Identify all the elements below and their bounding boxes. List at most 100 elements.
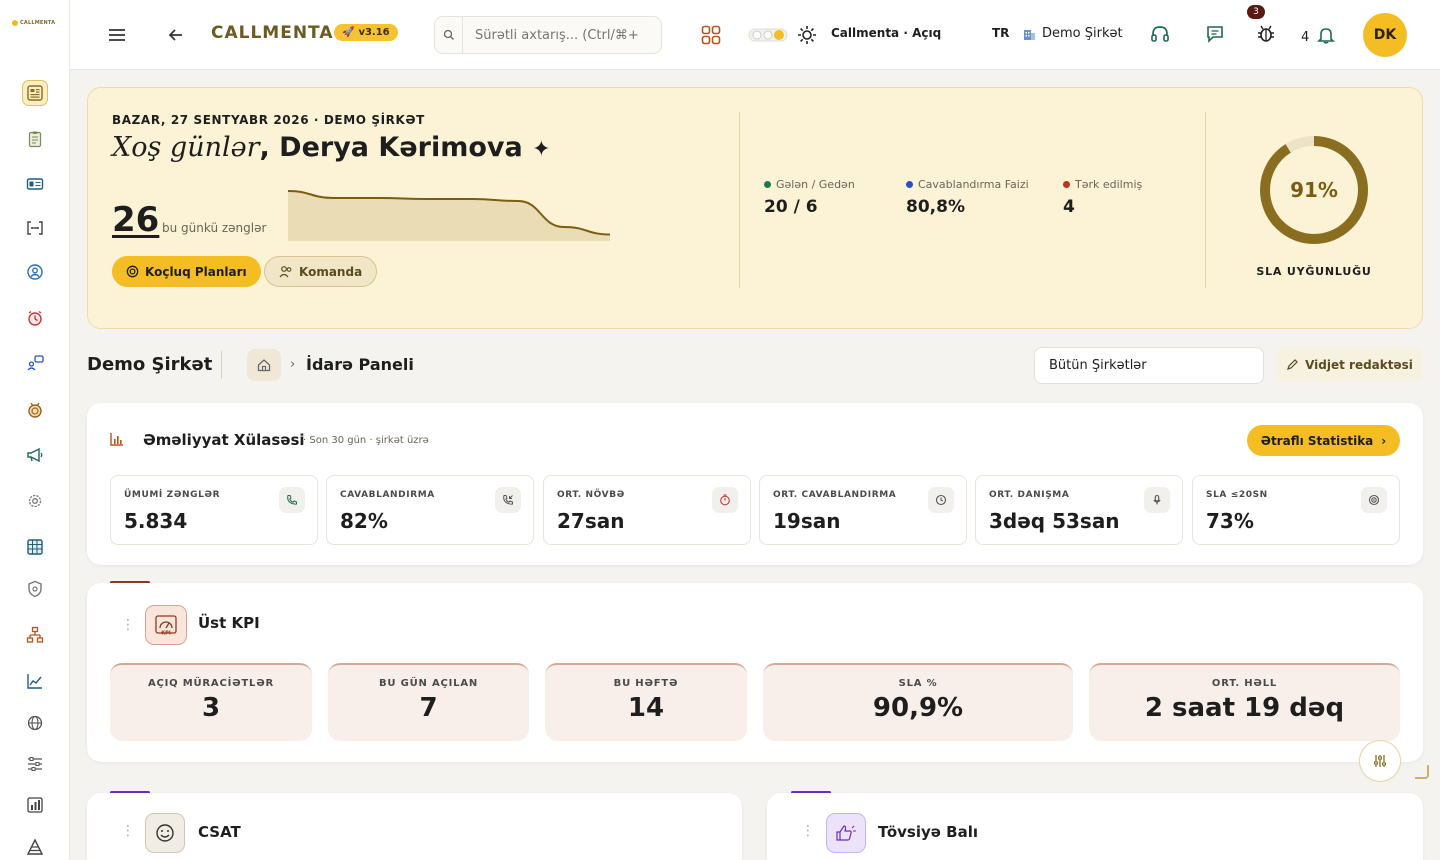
sidebar-item-board[interactable]	[22, 534, 48, 560]
notifications-button[interactable]	[1317, 25, 1335, 45]
sidebar-item-settings[interactable]	[22, 488, 48, 514]
users-icon	[279, 266, 292, 278]
company-switch-label: Demo Şirkət	[1042, 26, 1123, 41]
building-icon	[1024, 29, 1035, 40]
apps-button[interactable]	[700, 24, 722, 46]
breadcrumb-divider	[221, 351, 222, 379]
sparkle-icon: ✦	[532, 137, 551, 162]
org-chart-icon	[26, 626, 44, 643]
headset-button[interactable]	[1149, 23, 1171, 45]
theme-toggle[interactable]	[748, 27, 788, 43]
sidebar-item-tasks[interactable]	[22, 126, 48, 152]
resize-handle-icon[interactable]	[1415, 765, 1429, 779]
bug-report-button[interactable]	[1255, 23, 1277, 45]
welcome-hero: BAZAR, 27 SENTYABR 2026 · DEMO ŞİRKƏT Xo…	[87, 87, 1423, 329]
alarm-icon	[28, 310, 42, 326]
chevron-right-icon: ›	[1381, 433, 1387, 448]
kpi-tile-label: SLA %	[898, 678, 938, 689]
sidebar-item-reports[interactable]	[22, 792, 48, 818]
messages-button[interactable]	[1204, 23, 1226, 45]
metric-avg-talk: ORT. DANIŞMA 3dəq 53san	[975, 475, 1183, 545]
metric-avg-answer: ORT. CAVABLANDIRMA 19san	[759, 475, 967, 545]
hero-divider	[1205, 112, 1206, 288]
page-company-title: Demo Şirkət	[87, 354, 213, 375]
widget-settings-button[interactable]	[1359, 740, 1401, 782]
red-dot-icon	[1063, 181, 1070, 188]
theme-sun-button[interactable]	[796, 24, 818, 46]
drag-handle-icon[interactable]: ⋮	[801, 823, 815, 839]
drag-handle-icon[interactable]: ⋮	[121, 617, 135, 633]
sidebar-item-security[interactable]	[22, 576, 48, 602]
bar-report-icon	[27, 797, 43, 813]
bar-chart-icon	[109, 431, 125, 451]
svg-text:KPI: KPI	[161, 631, 171, 637]
megaphone-icon	[27, 447, 43, 463]
sidebar-item-users[interactable]	[22, 259, 48, 285]
kpi-tile-value: 2 saat 19 dəq	[1144, 693, 1345, 723]
dashboard-icon	[27, 85, 43, 101]
stat-value: 4	[1063, 197, 1075, 217]
search-icon[interactable]	[435, 17, 463, 53]
sidebar-item-analytics[interactable]	[22, 668, 48, 694]
operations-summary-card: Əməliyyat Xülasəsi · Son 30 gün · şirkət…	[87, 403, 1423, 565]
language-switch[interactable]: TR	[992, 26, 1009, 40]
kpi-tile-sla: SLA % 90,9%	[763, 663, 1073, 741]
user-chat-icon	[27, 355, 44, 371]
coaching-plans-label: Koçluq Planları	[145, 264, 247, 279]
metric-value: 73%	[1206, 509, 1254, 533]
detailed-stats-button[interactable]: Ətraflı Statistika ›	[1247, 425, 1400, 456]
stat-label: Tərk edilmiş	[1063, 178, 1142, 191]
drag-handle-icon[interactable]: ⋮	[121, 823, 135, 839]
sidebar-logo-text: CALLMENTA	[20, 20, 56, 26]
stat-value: 20 / 6	[764, 197, 818, 217]
sidebar-item-hierarchy[interactable]	[22, 834, 48, 860]
sidebar-item-alerts[interactable]	[22, 305, 48, 331]
team-button[interactable]: Komanda	[264, 256, 378, 287]
stat-label: Cavablandırma Faizi	[906, 178, 1029, 191]
target-icon	[1361, 487, 1387, 513]
sidebar-item-campaigns[interactable]	[22, 442, 48, 468]
metric-value: 19san	[773, 509, 841, 533]
metric-total-calls: ÜMUMİ ZƏNGLƏR 5.834	[110, 475, 318, 545]
sidebar-item-contacts[interactable]	[22, 171, 48, 197]
blue-dot-icon	[906, 181, 913, 188]
widget-edit-button[interactable]: Vidjet redaktəsi	[1276, 348, 1423, 381]
kpi-title: Üst KPI	[198, 614, 260, 632]
sidebar-item-dashboard[interactable]	[22, 80, 48, 106]
company-switch[interactable]: Demo Şirkət	[1023, 26, 1123, 41]
sidebar-item-integrations[interactable]	[22, 215, 48, 241]
sidebar-logo[interactable]: CALLMENTA	[12, 20, 55, 26]
search-input[interactable]	[463, 27, 653, 43]
greeting-text: Xoş günlər	[112, 132, 260, 163]
avatar[interactable]: DK	[1363, 13, 1407, 57]
metric-answer-rate: CAVABLANDIRMA 82%	[326, 475, 534, 545]
metric-label: ORT. NÖVBƏ	[557, 490, 625, 500]
breadcrumb-home[interactable]	[247, 349, 281, 381]
metric-label: SLA ≤20SN	[1206, 490, 1268, 500]
thumbs-up-icon	[826, 813, 866, 853]
stat-inbound-outbound: Gələn / Gedən 20 / 6	[764, 178, 855, 217]
kpi-tile-value: 7	[419, 693, 438, 723]
brand-name[interactable]: CALLMENTA	[211, 23, 334, 43]
coaching-plans-button[interactable]: Koçluq Planları	[112, 256, 261, 287]
theme-label[interactable]: Callmenta · Açıq	[831, 26, 941, 40]
company-filter-select[interactable]: Bütün Şirkətlər	[1034, 347, 1264, 384]
sidebar-item-chat[interactable]	[22, 350, 48, 376]
microphone-icon	[1144, 487, 1170, 513]
shield-icon	[28, 580, 42, 598]
widget-edit-label: Vidjet redaktəsi	[1305, 357, 1413, 372]
hero-date: BAZAR, 27 SENTYABR 2026 · DEMO ŞİRKƏT	[112, 113, 425, 127]
green-dot-icon	[764, 181, 771, 188]
sidebar: CALLMENTA	[0, 0, 70, 860]
sidebar-item-rewards[interactable]	[22, 397, 48, 423]
back-button[interactable]	[166, 25, 186, 45]
settings-cog-icon	[28, 494, 42, 508]
menu-button[interactable]	[106, 24, 128, 46]
sidebar-item-organization[interactable]	[22, 622, 48, 648]
theme-switch-icon	[748, 28, 788, 42]
metric-sla-20s: SLA ≤20SN 73%	[1192, 475, 1400, 545]
metric-value: 5.834	[124, 509, 188, 533]
sidebar-item-global[interactable]	[22, 710, 48, 736]
home-icon	[257, 359, 271, 372]
sidebar-item-queues[interactable]	[22, 751, 48, 777]
